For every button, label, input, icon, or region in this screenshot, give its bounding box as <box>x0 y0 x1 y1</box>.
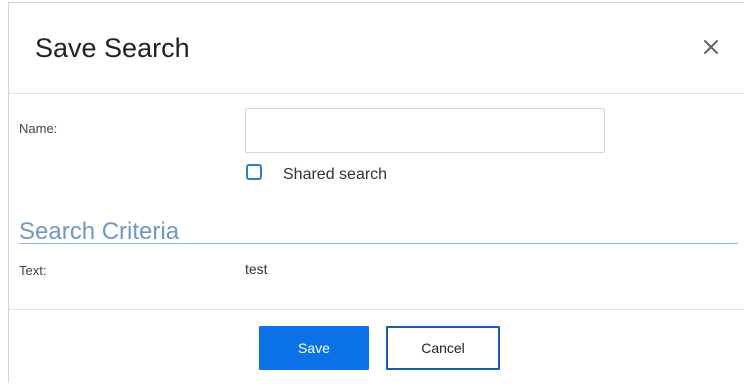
dialog-header: Save Search <box>9 3 744 94</box>
dialog-title: Save Search <box>35 33 190 63</box>
close-icon-glyph <box>704 40 718 54</box>
name-label: Name: <box>19 121 58 136</box>
cancel-button[interactable]: Cancel <box>386 326 500 370</box>
save-search-dialog: Save Search Name: Shared search Search C… <box>8 2 744 383</box>
text-value: test <box>245 261 268 277</box>
save-button[interactable]: Save <box>259 326 369 370</box>
section-divider <box>19 243 738 244</box>
search-criteria-heading: Search Criteria <box>19 218 180 245</box>
name-input[interactable] <box>245 108 605 153</box>
close-icon[interactable] <box>698 34 724 60</box>
dialog-footer: Save Cancel <box>9 309 744 385</box>
shared-search-checkbox[interactable] <box>246 164 262 180</box>
text-label: Text: <box>19 263 47 278</box>
shared-search-label[interactable]: Shared search <box>283 166 387 184</box>
